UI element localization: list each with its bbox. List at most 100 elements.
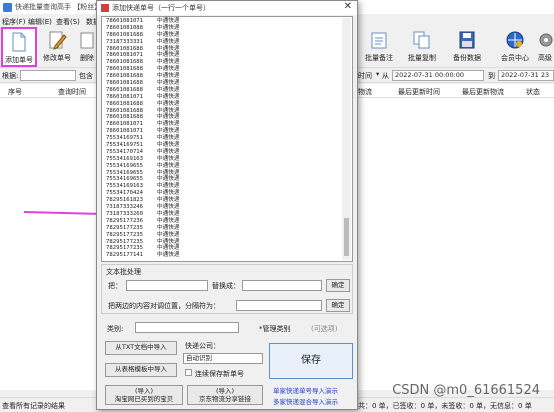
tracking-number: 73187333260 bbox=[106, 210, 144, 217]
category-select[interactable] bbox=[135, 322, 239, 333]
batch-copy-label: 批量复制 bbox=[408, 54, 436, 62]
tracking-number: 75534169163 bbox=[106, 155, 144, 162]
tracking-number: 78601081071 bbox=[106, 18, 144, 24]
import-txt-button[interactable]: 从TXT文档中导入 bbox=[105, 341, 177, 355]
tracking-number: 78295177236 bbox=[106, 217, 144, 224]
advanced-button[interactable]: 高级 bbox=[538, 27, 554, 67]
save-button[interactable]: 保存 bbox=[269, 343, 353, 379]
manage-category-link[interactable]: *管理类别 bbox=[259, 324, 291, 334]
menu-view[interactable]: 查看(S) bbox=[56, 17, 80, 27]
pencil-icon bbox=[49, 31, 67, 50]
import-jd-button[interactable]: (导入) 京东物流分享链接 bbox=[187, 385, 263, 405]
tracking-number-row: 78601081088 中通快递 bbox=[106, 25, 179, 32]
carrier-name: 中通快递 bbox=[157, 183, 180, 190]
tracking-number: 78601081071 bbox=[106, 93, 144, 100]
batch-note-button[interactable]: 批量备注 bbox=[360, 27, 398, 67]
tracking-number-list: 78601081071 中通快递 78601081088 中通快递 7860108168… bbox=[106, 18, 179, 259]
tracking-number-row: 75534169655 中通快递 bbox=[106, 163, 179, 170]
tracking-number: 75534169655 bbox=[106, 169, 144, 176]
carrier-name: 中通快递 bbox=[157, 210, 180, 217]
tracking-number-row: 75534170714 中通快递 bbox=[106, 149, 179, 156]
col-last-update-logistics[interactable]: 最后更新物流 bbox=[462, 87, 504, 97]
replace-confirm-button[interactable]: 确定 bbox=[326, 279, 350, 292]
import-table-button[interactable]: 从表格模板中导入 bbox=[105, 363, 177, 377]
time-label: 时间 bbox=[358, 72, 372, 80]
carrier-name: 中通快递 bbox=[157, 80, 180, 87]
carrier-name: 中通快递 bbox=[157, 100, 180, 107]
carrier-name: 中通快递 bbox=[157, 24, 180, 31]
replace-with-select[interactable] bbox=[242, 280, 322, 291]
scrollbar-thumb[interactable] bbox=[344, 218, 349, 256]
tracking-number-row: 73187333246 中通快递 bbox=[106, 204, 179, 211]
tracking-number-row: 78295177235 中通快递 bbox=[106, 232, 179, 239]
continuous-save-checkbox[interactable] bbox=[185, 369, 192, 376]
single-courier-demo-link[interactable]: 单家快递单号导入演示 bbox=[273, 385, 338, 395]
menu-edit[interactable]: 编辑(E) bbox=[28, 17, 52, 27]
delete-icon bbox=[80, 32, 94, 49]
tracking-number: 78295161823 bbox=[106, 197, 144, 204]
textarea-scrollbar[interactable] bbox=[342, 18, 351, 260]
carrier-name: 中通快递 bbox=[157, 107, 180, 114]
dropdown-arrow-icon[interactable]: ▾ bbox=[374, 70, 380, 81]
tracking-number: 78601081688 bbox=[106, 66, 144, 73]
member-center-button[interactable]: 会员中心 bbox=[494, 27, 536, 67]
modify-tracking-button[interactable]: 修改单号 bbox=[40, 27, 74, 67]
tracking-number: 78295177235 bbox=[106, 238, 144, 245]
col-logistics[interactable]: 物流 bbox=[358, 87, 372, 97]
add-tracking-button[interactable]: 添加单号 bbox=[1, 27, 37, 67]
filter-field-select[interactable] bbox=[20, 70, 76, 81]
tracking-number: 78601081071 bbox=[106, 52, 144, 59]
carrier-name: 中通快递 bbox=[157, 59, 180, 66]
close-icon[interactable]: ✕ bbox=[344, 1, 352, 12]
tracking-number: 78601081688 bbox=[106, 100, 144, 107]
multi-courier-demo-link[interactable]: 多家快递混合导入演示 bbox=[273, 396, 338, 406]
text-processing-label: 文本批处理 bbox=[106, 268, 141, 276]
tracking-number-row: 75534169751 中通快递 bbox=[106, 135, 179, 142]
import-taobao-button[interactable]: (导入) 淘宝网已买到的宝贝 bbox=[105, 385, 183, 405]
dialog-title-bar: 添加快递单号（一行一个单号） ✕ bbox=[97, 1, 357, 15]
delete-button[interactable]: 删除 bbox=[78, 27, 96, 67]
tracking-number: 78601081688 bbox=[106, 107, 144, 114]
modify-tracking-label: 修改单号 bbox=[43, 54, 71, 62]
carrier-name: 中通快递 bbox=[157, 128, 180, 135]
col-status[interactable]: 状态 bbox=[526, 87, 540, 97]
tracking-number: 78295177141 bbox=[106, 252, 144, 259]
new-document-icon bbox=[12, 32, 26, 52]
continuous-save-label: 连续保存新单号 bbox=[195, 370, 244, 378]
separator-select[interactable] bbox=[236, 300, 322, 311]
tracking-number-row: 78295161823 中通快递 bbox=[106, 197, 179, 204]
tracking-number-row: 78601081688 中通快递 bbox=[106, 73, 179, 80]
carrier-name: 中通快递 bbox=[157, 224, 180, 231]
floppy-disk-icon bbox=[459, 31, 475, 49]
carrier-name: 中通快递 bbox=[157, 121, 180, 128]
category-label: 类别: bbox=[107, 325, 124, 333]
tracking-number-textarea[interactable]: 78601081071 中通快递 78601081088 中通快递 7860108168… bbox=[101, 16, 353, 262]
menu-program[interactable]: 程序(F) bbox=[2, 17, 26, 27]
tracking-number: 73187333331 bbox=[106, 38, 144, 45]
member-center-label: 会员中心 bbox=[501, 54, 529, 62]
tracking-number: 75534170714 bbox=[106, 148, 144, 155]
col-query-time[interactable]: 查询时间 bbox=[58, 87, 86, 97]
tracking-number: 73187333246 bbox=[106, 204, 144, 211]
batch-copy-button[interactable]: 批量复制 bbox=[402, 27, 442, 67]
replace-from-label: 把： bbox=[108, 282, 122, 290]
tracking-number-row: 78601081688 中通快递 bbox=[106, 101, 179, 108]
tracking-number: 78601081688 bbox=[106, 45, 144, 52]
col-index[interactable]: 序号 bbox=[8, 87, 22, 97]
carrier-name: 中通快递 bbox=[157, 114, 180, 121]
watermark: CSDN @m0_61661524 bbox=[392, 383, 540, 398]
tracking-number: 78601081688 bbox=[106, 73, 144, 80]
carrier-name: 中通快递 bbox=[157, 155, 180, 162]
replace-from-select[interactable] bbox=[126, 280, 208, 291]
col-last-update-time[interactable]: 最后更新时间 bbox=[398, 87, 440, 97]
carrier-name: 中通快递 bbox=[157, 231, 180, 238]
swap-confirm-button[interactable]: 确定 bbox=[326, 299, 350, 312]
app-icon bbox=[3, 3, 12, 12]
tracking-number-row: 78601081071 中通快递 bbox=[106, 94, 179, 101]
carrier-name: 中通快递 bbox=[157, 245, 180, 252]
backup-button[interactable]: 备份数据 bbox=[446, 27, 488, 67]
replace-with-label: 替换成： bbox=[212, 282, 240, 290]
date-from-picker[interactable]: 2022-07-31 00:00:00 bbox=[392, 70, 484, 81]
courier-company-select[interactable]: 自动识别 bbox=[183, 353, 263, 364]
date-to-picker[interactable]: 2022-07-31 23 bbox=[498, 70, 554, 81]
